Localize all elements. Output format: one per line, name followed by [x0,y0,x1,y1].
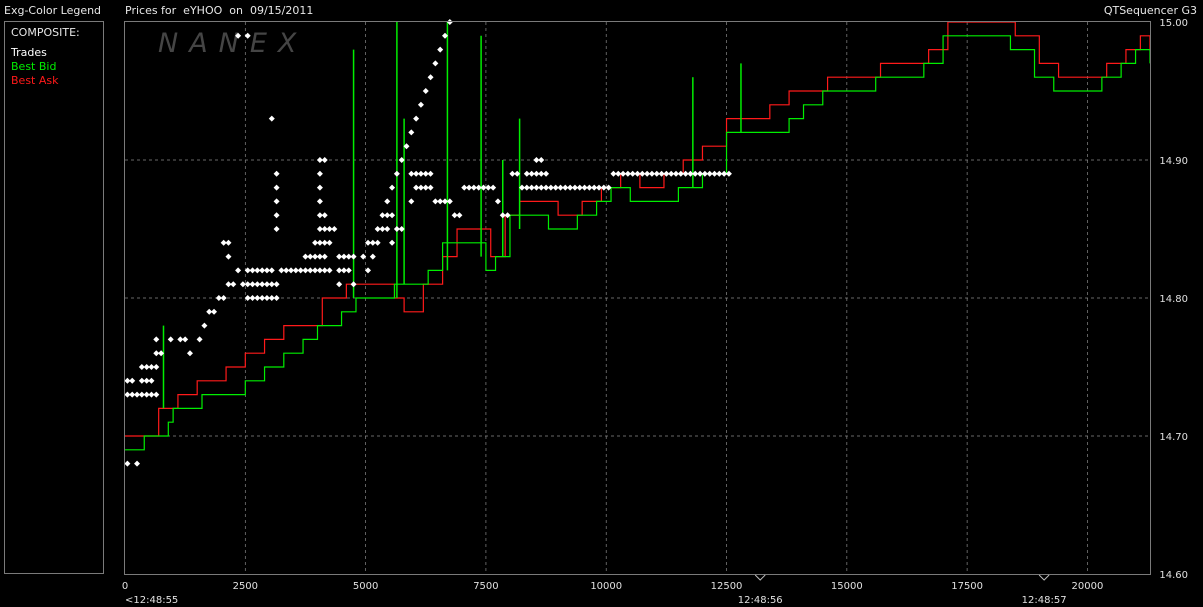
time-label: <12:48:55 [125,595,178,606]
trade-point [273,170,280,177]
trade-point [186,350,193,357]
x-tick-label: 2500 [233,581,258,592]
time-marker [1038,574,1050,581]
trade-point [196,336,203,343]
trade-point [124,460,131,467]
trade-point [225,239,232,246]
y-tick-label: 14.70 [1159,432,1188,443]
trade-point [437,46,444,53]
trade-point [148,377,155,384]
trade-point [379,212,386,219]
time-marker [754,574,766,581]
trade-point [273,212,280,219]
trade-point [201,322,208,329]
axis-labels: 0 2500 5000 7500 10000 12500 15000 17500 20000 14… [122,18,1188,606]
trade-point [538,157,545,163]
trade-point [273,281,280,288]
trade-point [321,253,328,260]
trade-point [316,170,323,177]
trade-point [369,239,376,246]
x-tick-label: 12500 [711,581,743,592]
trade-point [369,253,376,260]
trade-point [413,115,420,122]
trade-point [273,295,280,301]
trade-point [235,267,242,274]
trade-point [389,239,396,246]
time-label: 12:48:57 [1022,595,1067,606]
trade-point [389,212,396,219]
nanex-watermark: NANEX [158,28,307,59]
trade-point [273,226,280,232]
trade-point [326,267,333,274]
trade-point [326,239,333,246]
trade-point [543,170,550,177]
best-bid-series [125,22,1151,451]
y-tick-label: 15.00 [1159,18,1188,29]
trade-point [432,60,439,67]
trade-point [427,184,434,191]
x-tick-label: 15000 [831,581,863,592]
trade-point [167,336,174,343]
trade-point [182,336,189,343]
trade-point [321,157,328,163]
trade-point [225,253,232,260]
trade-point [273,198,280,205]
trade-point [129,377,136,384]
x-tick-label: 7500 [473,581,498,592]
trade-point [393,170,400,177]
trade-point [456,212,463,219]
trade-point [389,184,396,191]
price-chart: NANEX 0 2500 5000 7500 10000 12500 15000 17500 2… [122,18,1188,606]
trade-point [494,198,501,205]
trade-point [268,115,275,122]
trade-point [417,101,424,108]
trade-point [408,129,415,136]
trade-point [350,253,357,260]
y-tick-label: 14.80 [1159,294,1188,305]
trade-point [350,281,357,288]
trade-point [422,88,429,94]
trade-point [153,364,160,370]
trade-point [134,460,141,467]
x-tick-label: 5000 [353,581,378,592]
trade-point [427,170,434,177]
trade-point [153,391,160,398]
trade-point [427,74,434,81]
trade-point [384,226,391,232]
trade-point [268,267,275,274]
trade-point [211,308,218,315]
x-tick-label: 0 [122,581,128,592]
trade-point [316,198,323,205]
trade-point [384,198,391,205]
y-tick-label: 14.90 [1159,156,1188,167]
x-tick-label: 10000 [590,581,622,592]
trades-series [124,19,732,467]
trade-point [230,281,237,288]
trade-point [153,336,160,343]
x-tick-label: 17500 [951,581,983,592]
trade-point [408,198,415,205]
trade-point [321,212,328,219]
trade-point [345,267,352,274]
trade-point [374,226,381,232]
trade-point [336,281,343,288]
trade-point [331,226,338,232]
trade-point [316,184,323,191]
trade-point [273,184,280,191]
time-label: 12:48:56 [738,595,783,606]
trade-point [490,184,497,191]
y-tick-label: 14.60 [1159,570,1188,581]
trade-point [220,295,227,301]
x-tick-label: 20000 [1072,581,1104,592]
best-bid-line [125,35,1151,451]
